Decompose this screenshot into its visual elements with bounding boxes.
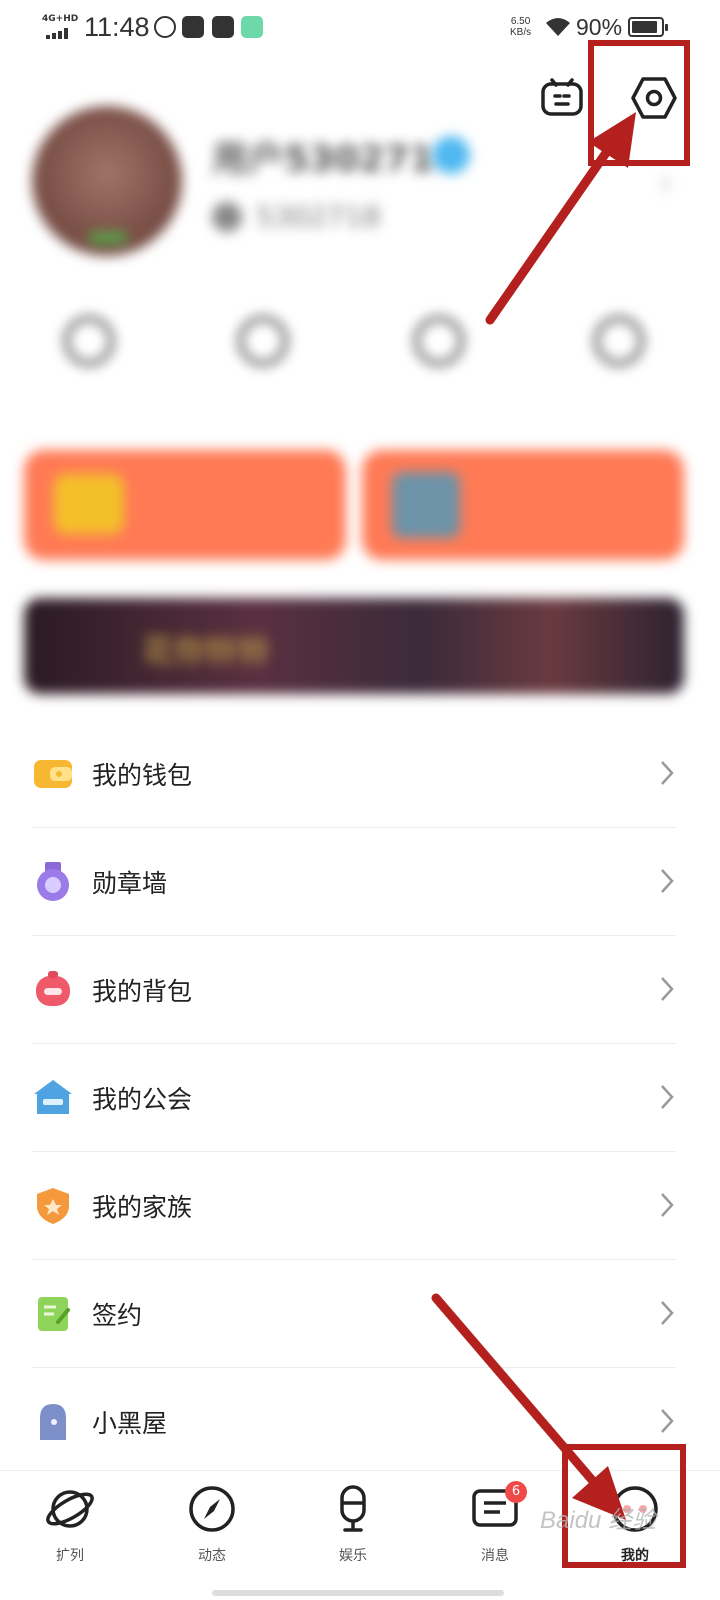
- arrow-to-settings: [485, 145, 613, 325]
- network-indicator: 4G+HD: [42, 14, 79, 24]
- nav-tab-friends[interactable]: 扩列: [20, 1483, 120, 1565]
- chevron-right-icon: [661, 977, 674, 1001]
- annotation-highlight-settings: [588, 40, 690, 166]
- online-status-badge: [88, 232, 128, 244]
- stat-item[interactable]: [384, 316, 494, 366]
- microphone-icon: [340, 1485, 366, 1532]
- battery-percentage: 90%: [576, 14, 623, 40]
- battery-level: [632, 21, 658, 33]
- ghost-icon: [40, 1404, 66, 1440]
- chevron-right-icon: ›: [660, 166, 672, 201]
- menu-item-label: 我的家族: [92, 1193, 193, 1222]
- checkin-button[interactable]: [538, 74, 586, 122]
- home-indicator: [212, 1590, 504, 1596]
- menu-item-guild[interactable]: 我的公会: [0, 1044, 720, 1152]
- nav-tab-feed[interactable]: 动态: [162, 1483, 262, 1565]
- menu-item-label: 勋章墙: [92, 869, 168, 898]
- robot-face-icon: [541, 78, 583, 116]
- signal-icon: [46, 28, 72, 39]
- menu-item-label: 我的背包: [92, 977, 193, 1006]
- app-notification-icon: [154, 16, 176, 38]
- menu-item-label: 我的公会: [92, 1085, 193, 1114]
- promo-banner[interactable]: 花你铃铃: [24, 598, 684, 694]
- family-shield-icon: [37, 1188, 69, 1224]
- nav-label: 消息: [481, 1548, 509, 1564]
- nav-label: 动态: [198, 1548, 226, 1564]
- clock-icon: [238, 316, 288, 366]
- battery-icon: [628, 17, 668, 37]
- menu-item-family[interactable]: 我的家族: [0, 1152, 720, 1260]
- verified-badge-icon: [432, 136, 470, 174]
- link-icon: [64, 316, 114, 366]
- heart-icon: [594, 316, 644, 366]
- chevron-right-icon: [661, 1193, 674, 1217]
- network-speed: 6.50 KB/s: [510, 16, 532, 38]
- uid-icon: [212, 202, 242, 232]
- chevron-right-icon: [661, 1085, 674, 1109]
- nav-label: 扩列: [56, 1548, 84, 1564]
- shopping-notification-icon: [212, 16, 234, 38]
- shopping-notification-icon: [182, 16, 204, 38]
- planet-icon: [46, 1490, 94, 1528]
- clock: 11:48: [84, 12, 150, 42]
- wifi-icon: [546, 18, 570, 36]
- menu-item-medals[interactable]: 勋章墙: [0, 828, 720, 936]
- compass-icon: [189, 1486, 235, 1532]
- chevron-right-icon: [661, 1409, 674, 1433]
- crown-shield-icon: [54, 474, 124, 534]
- guild-icon: [34, 1080, 72, 1114]
- person-icon: [414, 316, 464, 366]
- nobility-card[interactable]: [24, 450, 346, 560]
- chevron-right-icon: [661, 761, 674, 785]
- chevron-right-icon: [661, 1301, 674, 1325]
- user-id: 5302718: [256, 200, 381, 233]
- banner-text: 花你铃铃: [142, 632, 271, 670]
- menu-item-label: 小黑屋: [92, 1409, 168, 1438]
- stat-item[interactable]: [208, 316, 318, 366]
- wallet-icon: [34, 760, 72, 788]
- menu-list: 我的钱包 勋章墙 我的背包 我的公会 我的家族 签约 小黑屋: [0, 720, 720, 1476]
- stat-item[interactable]: [34, 316, 144, 366]
- chat-notification-icon: [241, 16, 263, 38]
- username: 用户5302718: [212, 139, 460, 180]
- unread-badge: 6: [505, 1481, 527, 1503]
- menu-item-backpack[interactable]: 我的背包: [0, 936, 720, 1044]
- nav-label: 娱乐: [339, 1548, 367, 1564]
- menu-item-contract[interactable]: 签约: [0, 1260, 720, 1368]
- contract-icon: [38, 1297, 70, 1331]
- backpack-icon: [36, 971, 70, 1006]
- nav-tab-entertainment[interactable]: 娱乐: [303, 1483, 403, 1565]
- menu-item-wallet[interactable]: 我的钱包: [0, 720, 720, 828]
- watermark: Baidu 经验: [540, 1507, 657, 1534]
- stats-row: [0, 316, 720, 416]
- menu-item-label: 签约: [92, 1301, 143, 1330]
- menu-item-label: 我的钱包: [92, 761, 193, 790]
- stat-item[interactable]: [564, 316, 674, 366]
- activity-card[interactable]: [362, 450, 684, 560]
- castle-icon: [392, 472, 460, 538]
- nav-tab-messages[interactable]: 6 消息: [445, 1481, 545, 1565]
- chevron-right-icon: [661, 869, 674, 893]
- medal-icon: [37, 862, 69, 901]
